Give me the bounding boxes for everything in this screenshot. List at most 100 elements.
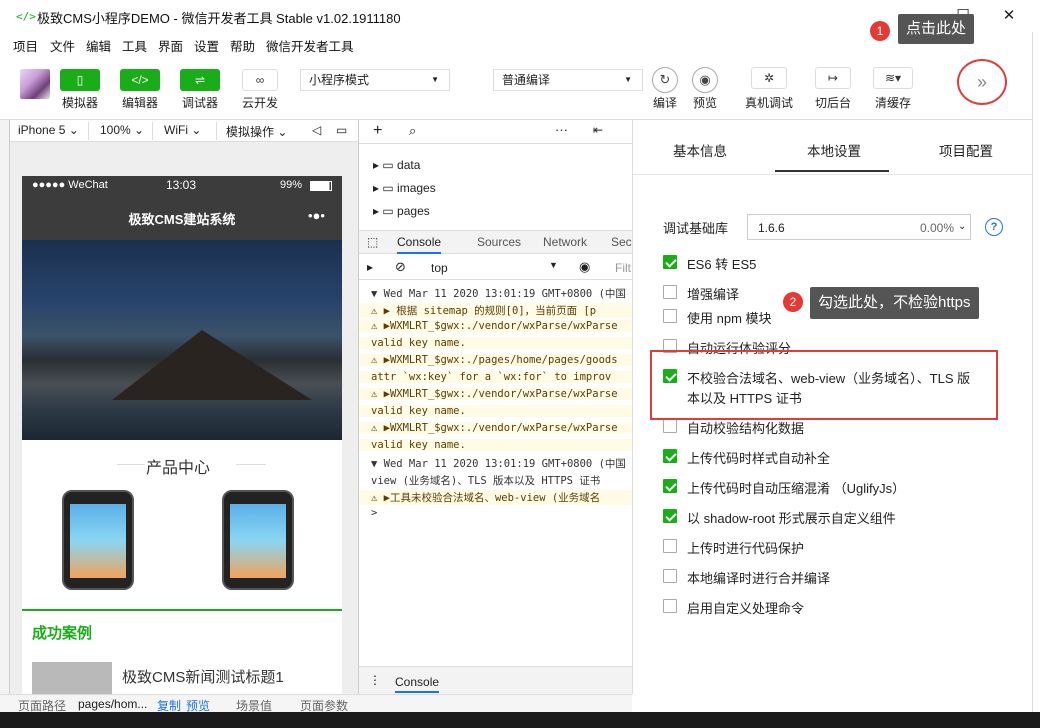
drawer-tab-console[interactable]: Console <box>395 675 440 693</box>
checkbox[interactable] <box>663 285 677 299</box>
console-line[interactable]: ⚠ ▶WXMLRT_$gwx:./vendor/wxParse/wxParse <box>359 388 633 400</box>
checkbox[interactable] <box>663 309 677 323</box>
checkbox[interactable] <box>663 419 677 433</box>
filter-input[interactable]: Filt <box>615 261 631 275</box>
console-line[interactable]: ⚠ ▶工具未校验合法域名、web-view (业务域名 <box>359 490 633 505</box>
folder-icon: ▭ <box>382 204 394 218</box>
mode-select[interactable]: 小程序模式 ▼ <box>300 69 450 91</box>
cases-title: 成功案例 <box>32 625 93 642</box>
tree-item[interactable]: ▸ ▭ images <box>373 181 436 195</box>
clear-console-icon[interactable]: ⊘ <box>395 259 406 275</box>
menu-edit[interactable]: 编辑 <box>86 36 111 55</box>
menu-tools[interactable]: 工具 <box>122 36 147 55</box>
tab-network[interactable]: Network <box>543 235 587 249</box>
file-toolbar: + ⌕ ··· ⇤ <box>359 120 633 144</box>
add-icon[interactable]: + <box>373 122 382 140</box>
checkbox[interactable] <box>663 569 677 583</box>
window-icon[interactable]: ▭ <box>336 123 347 137</box>
more-icon[interactable]: ··· <box>555 122 568 137</box>
debugger-toggle[interactable]: ⇌ <box>180 69 220 91</box>
product-screen <box>70 504 126 578</box>
console-line[interactable]: valid key name. <box>359 439 633 451</box>
console-line[interactable]: ⚠ ▶WXMLRT_$gwx:./vendor/wxParse/wxParse <box>359 422 633 434</box>
compile-icon[interactable]: ↻ <box>652 67 678 93</box>
console-line[interactable]: valid key name. <box>359 337 633 349</box>
background-icon[interactable]: ↦ <box>815 67 851 89</box>
product-image[interactable] <box>62 490 134 590</box>
checkbox[interactable] <box>663 539 677 553</box>
simulator-toggle[interactable]: ▯ <box>60 69 100 91</box>
volume-icon[interactable]: ◁ <box>312 123 321 137</box>
menu-view[interactable]: 界面 <box>158 36 183 55</box>
ops-select[interactable]: 模拟操作 ⌄ <box>226 123 287 140</box>
drawer-menu-icon[interactable]: ⋮ <box>369 673 381 687</box>
callout-1-text: 点击此处 <box>898 14 975 44</box>
phone-screen: ●●●●● WeChat 13:03 99% 极致CMS建站系统 •●• 产品中… <box>22 176 342 696</box>
active-tab-underline <box>775 170 889 172</box>
close-button[interactable]: ✕ <box>997 5 1021 27</box>
inspect-icon[interactable]: ⬚ <box>367 235 378 249</box>
section-title: 产品中心 <box>146 460 211 477</box>
checkbox[interactable] <box>663 599 677 613</box>
tree-item[interactable]: ▸ ▭ pages <box>373 204 430 218</box>
lib-version-select[interactable]: 1.6.6 0.00% ⌄ <box>747 214 971 240</box>
mountain-shape <box>112 330 312 400</box>
avatar[interactable] <box>20 69 50 99</box>
setting-option-label: 使用 npm 模块 <box>687 311 772 326</box>
help-icon[interactable]: ? <box>985 218 1003 236</box>
tab-project-config[interactable]: 项目配置 <box>939 140 993 160</box>
clear-cache-label: 清缓存 <box>874 96 911 110</box>
tree-item[interactable]: ▸ ▭ data <box>373 158 420 172</box>
console-line[interactable]: ⚠ ▶WXMLRT_$gwx:./pages/home/pages/goods <box>359 354 633 366</box>
tab-console[interactable]: Console <box>397 235 442 254</box>
menu-project[interactable]: 项目 <box>13 36 38 55</box>
checkbox[interactable] <box>663 255 677 269</box>
console-line[interactable]: > <box>359 507 633 519</box>
network-select[interactable]: WiFi ⌄ <box>164 123 201 137</box>
console-line[interactable]: attr `wx:key` for a `wx:for` to improv <box>359 371 633 383</box>
tab-local-settings[interactable]: 本地设置 <box>807 140 861 160</box>
console-line[interactable]: ▼ Wed Mar 11 2020 13:01:19 GMT+0800 (中国 <box>359 286 633 301</box>
checkbox[interactable] <box>663 449 677 463</box>
more-chevron-icon[interactable]: » <box>957 59 1007 105</box>
checkbox[interactable] <box>663 479 677 493</box>
product-screen <box>230 504 286 578</box>
zoom-select[interactable]: 100% ⌄ <box>100 123 144 137</box>
phone-icon: ▯ <box>76 73 84 87</box>
clear-cache-icon[interactable]: ≋▾ <box>873 67 913 89</box>
search-icon[interactable]: ⌕ <box>409 123 416 139</box>
remote-debug-icon[interactable]: ✲ <box>751 67 787 89</box>
menu-help[interactable]: 帮助 <box>230 36 255 55</box>
device-select[interactable]: iPhone 5 ⌄ <box>18 123 79 137</box>
menu-wechat-devtools[interactable]: 微信开发者工具 <box>266 36 354 55</box>
console-line[interactable]: valid key name. <box>359 405 633 417</box>
tab-sources[interactable]: Sources <box>477 235 521 249</box>
news-title[interactable]: 极致CMS新闻测试标题1 <box>122 666 284 687</box>
console-line[interactable]: ▼ Wed Mar 11 2020 13:01:19 GMT+0800 (中国 <box>359 456 633 471</box>
context-select[interactable]: top <box>431 261 448 275</box>
console-line[interactable]: ⚠ ▶WXMLRT_$gwx:./vendor/wxParse/wxParse <box>359 320 633 332</box>
folder-icon: ▭ <box>382 158 394 172</box>
preview-icon[interactable]: ◉ <box>692 67 718 93</box>
callout-1-badge: 1 <box>870 21 890 41</box>
banner-image[interactable] <box>22 240 342 440</box>
tab-security[interactable]: Sec <box>611 235 632 249</box>
sidebar-toggle-icon[interactable]: ▸ <box>367 260 373 274</box>
collapse-icon[interactable]: ⇤ <box>593 123 603 137</box>
cloud-button[interactable]: ∞ <box>242 69 278 91</box>
compile-select[interactable]: 普通编译 ▼ <box>493 69 643 91</box>
product-image[interactable] <box>222 490 294 590</box>
tab-basic-info[interactable]: 基本信息 <box>673 140 727 160</box>
capsule-menu-icon[interactable]: •●• <box>308 208 325 223</box>
checkbox[interactable] <box>663 509 677 523</box>
callout-2-text: 勾选此处，不检验https <box>810 287 979 319</box>
eye-icon[interactable]: ◉ <box>579 259 590 275</box>
window-title: 极致CMS小程序DEMO - 微信开发者工具 Stable v1.02.1911… <box>37 11 401 26</box>
menu-file[interactable]: 文件 <box>50 36 75 55</box>
console-line[interactable]: ⚠ ▶ 根据 sitemap 的规则[0]，当前页面 [p <box>359 303 633 318</box>
console-line[interactable]: view (业务域名)、TLS 版本以及 HTTPS 证书 <box>359 473 633 488</box>
news-thumbnail[interactable] <box>32 662 112 696</box>
menu-settings[interactable]: 设置 <box>194 36 219 55</box>
setting-option-label: 自动校验结构化数据 <box>687 421 805 436</box>
editor-toggle[interactable]: </> <box>120 69 160 91</box>
